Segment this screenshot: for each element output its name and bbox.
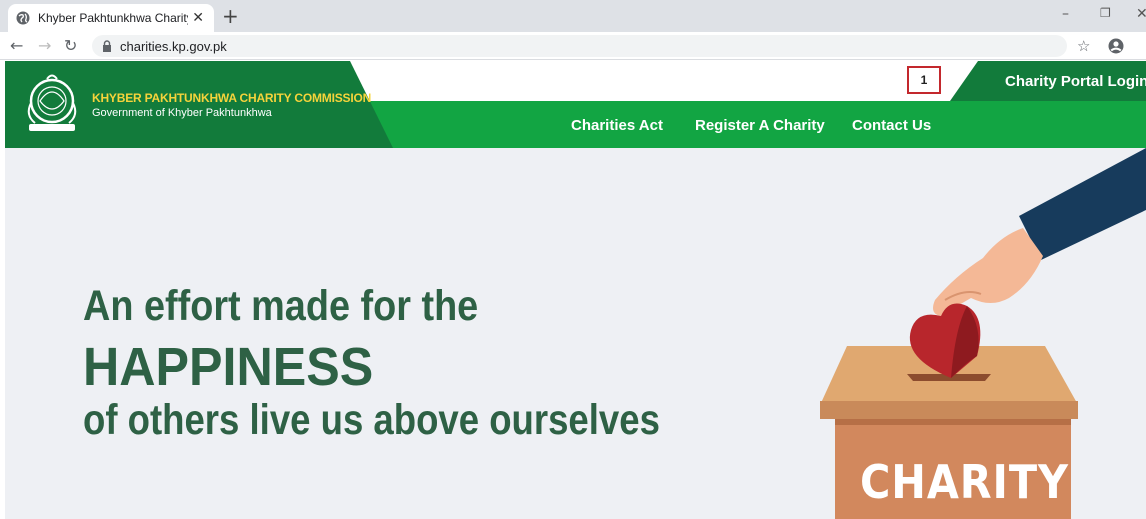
org-subtitle: Government of Khyber Pakhtunkhwa: [92, 107, 272, 119]
website-viewport: KHYBER PAKHTUNKHWA CHARITY COMMISSION Go…: [5, 61, 1146, 519]
org-title: KHYBER PAKHTUNKHWA CHARITY COMMISSION: [92, 91, 372, 105]
annotation-marker: 1: [907, 66, 941, 94]
globe-icon: [16, 11, 30, 25]
charity-box-label: CHARITY: [860, 455, 1069, 509]
new-tab-button[interactable]: +: [222, 6, 239, 26]
back-arrow-icon[interactable]: ←: [10, 36, 23, 55]
nav-register-a-charity[interactable]: Register A Charity: [695, 117, 825, 134]
browser-toolbar: ← → ↻ charities.kp.gov.pk ☆ ⋮: [0, 32, 1146, 60]
lock-icon: [103, 40, 111, 52]
minimize-icon[interactable]: –: [1062, 6, 1069, 22]
browser-tab[interactable]: Khyber Pakhtunkhwa Charity Cor ✕: [8, 4, 214, 32]
nav-contact-us[interactable]: Contact Us: [852, 117, 931, 134]
kp-emblem-logo[interactable]: [19, 71, 85, 137]
nav-charities-act[interactable]: Charities Act: [571, 117, 663, 134]
hero-headline-line1: An effort made for the: [83, 282, 479, 330]
hero-headline-happiness: HAPPINESS: [83, 337, 374, 397]
menu-kebab-icon[interactable]: ⋮: [1140, 37, 1146, 53]
charity-portal-login-link[interactable]: Charity Portal Login: [1005, 73, 1146, 90]
bookmark-star-icon[interactable]: ☆: [1077, 37, 1090, 55]
url-text: charities.kp.gov.pk: [120, 38, 227, 54]
address-bar[interactable]: charities.kp.gov.pk: [92, 35, 1067, 57]
forward-arrow-icon[interactable]: →: [38, 36, 51, 55]
close-tab-icon[interactable]: ✕: [192, 10, 204, 26]
reload-icon[interactable]: ↻: [64, 36, 77, 55]
tab-title: Khyber Pakhtunkhwa Charity Cor: [38, 11, 188, 25]
hero-headline-line3: of others live us above ourselves: [83, 396, 660, 444]
restore-icon[interactable]: ❐: [1100, 6, 1111, 20]
browser-tab-strip: Khyber Pakhtunkhwa Charity Cor ✕ + – ❐ ✕: [0, 0, 1146, 32]
profile-avatar-icon[interactable]: [1108, 38, 1124, 54]
window-close-icon[interactable]: ✕: [1136, 6, 1146, 22]
